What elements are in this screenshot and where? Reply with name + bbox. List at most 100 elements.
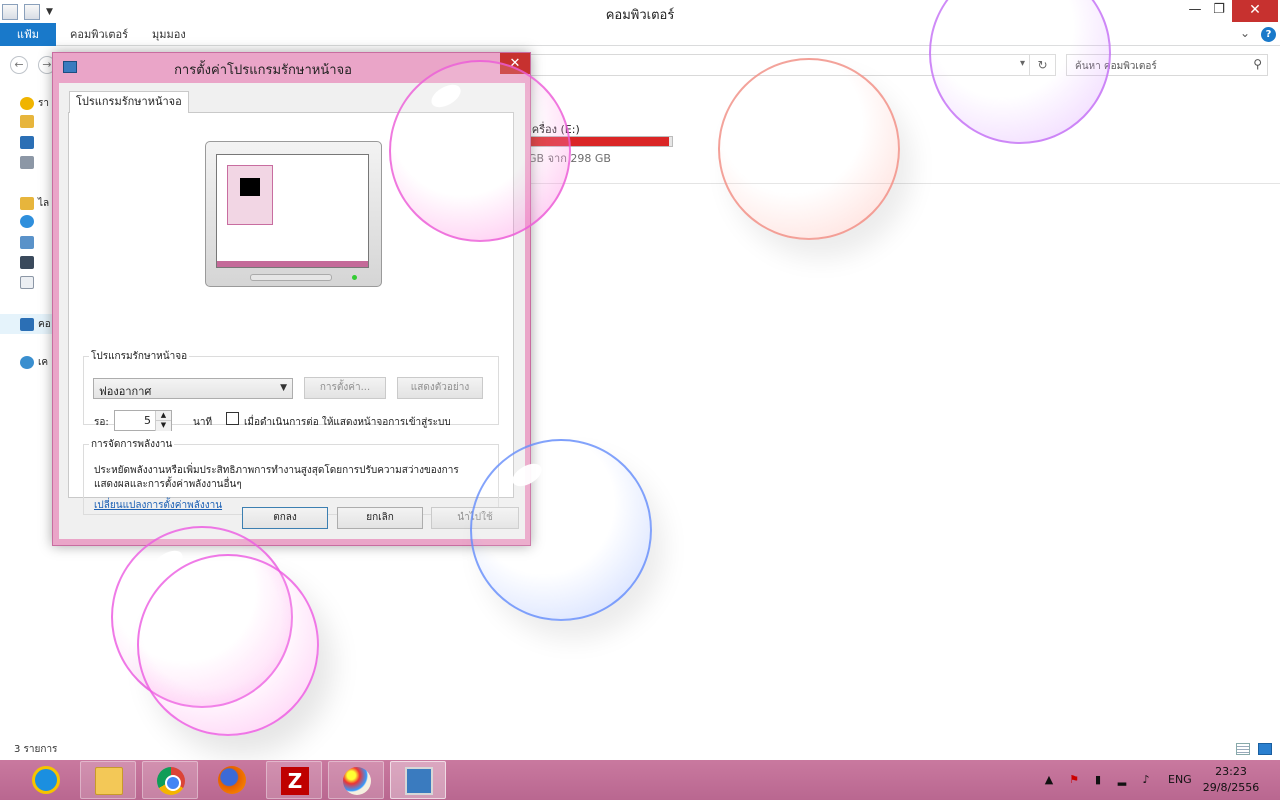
search-icon[interactable]: ⚲ [1253, 57, 1262, 71]
nav-network-label: เค [38, 357, 49, 368]
paint-icon [343, 767, 371, 795]
tab-computer[interactable]: คอมพิวเตอร์ [70, 23, 128, 46]
firefox-icon [218, 766, 246, 794]
nav-libraries[interactable]: ไล [20, 196, 49, 211]
address-history-chevron-icon[interactable]: ▾ [1020, 58, 1025, 69]
battery-icon[interactable]: ▮ [1091, 773, 1105, 787]
taskbar-app-ie[interactable] [18, 761, 74, 799]
chrome-icon [157, 767, 185, 795]
taskbar-app-screensaver-settings[interactable] [390, 761, 446, 799]
nav-pictures[interactable] [20, 236, 34, 249]
recent-places-icon [20, 156, 34, 169]
screensaver-group: โปรแกรมรักษาหน้าจอ ฟองอากาศ ▼ การตั้งค่า… [83, 349, 499, 431]
drive-usage-bar [520, 136, 673, 147]
downloads-folder-icon [20, 115, 34, 128]
power-management-group: การจัดการพลังงาน ประหยัดพลังงานหรือเพิ่ม… [83, 437, 499, 515]
music-icon [20, 215, 34, 228]
maximize-button[interactable]: ❐ [1204, 0, 1234, 22]
network-icon [20, 356, 34, 369]
nav-music[interactable] [20, 215, 34, 228]
stepper-down-icon[interactable]: ▼ [155, 421, 171, 431]
action-center-flag-icon[interactable]: ⚑ [1067, 773, 1081, 787]
screensaver-selected-value: ฟองอากาศ [99, 385, 152, 398]
taskbar-app-filezilla[interactable]: Z [266, 761, 322, 799]
videos-icon [20, 256, 34, 269]
close-button[interactable]: ✕ [1232, 0, 1278, 22]
taskbar-app-paint[interactable] [328, 761, 384, 799]
preview-button[interactable]: แสดงตัวอย่าง [397, 377, 483, 399]
item-count: 3 รายการ [14, 744, 58, 755]
preview-mini-taskbar [217, 261, 368, 267]
large-icons-view-icon[interactable] [1258, 743, 1272, 755]
nav-recent[interactable] [20, 156, 34, 169]
tab-view[interactable]: มุมมอง [152, 23, 186, 46]
group-divider [520, 183, 1280, 184]
nav-computer-label: คอ [38, 318, 51, 330]
cancel-button[interactable]: ยกเลิก [337, 507, 423, 529]
desktop-icon [20, 136, 34, 149]
minutes-label: นาที [193, 417, 213, 428]
taskbar-app-explorer[interactable] [80, 761, 136, 799]
nav-computer[interactable]: คอ [0, 314, 60, 334]
tab-file[interactable]: แฟ้ม [0, 23, 56, 46]
search-input[interactable]: ค้นหา คอมพิวเตอร์ ⚲ [1066, 54, 1268, 76]
show-hidden-icons-chevron-icon[interactable]: ▲ [1042, 773, 1056, 787]
chevron-down-icon: ▼ [280, 383, 287, 393]
search-placeholder: ค้นหา คอมพิวเตอร์ [1075, 61, 1157, 72]
filezilla-icon: Z [281, 767, 309, 795]
status-bar: 3 รายการ [0, 738, 1280, 760]
power-description: ประหยัดพลังงานหรือเพิ่มประสิทธิภาพการทำง… [94, 465, 459, 490]
ok-button[interactable]: ตกลง [242, 507, 328, 529]
clock-date[interactable]: 29/8/2556 [1198, 781, 1264, 794]
resume-logon-label[interactable]: เมื่อดำเนินการต่อ ให้แสดงหน้าจอการเข้าสู… [244, 415, 451, 430]
screensaver-tab-panel: โปรแกรมรักษาหน้าจอ ฟองอากาศ ▼ การตั้งค่า… [68, 112, 514, 515]
pictures-icon [20, 236, 34, 249]
computer-icon [20, 317, 34, 331]
navigation-pane: รา ไล คอ เค [0, 88, 60, 738]
details-view-icon[interactable] [1236, 743, 1250, 755]
taskbar-app-chrome[interactable] [142, 761, 198, 799]
settings-button[interactable]: การตั้งค่า... [304, 377, 386, 399]
monitor-stand [250, 274, 332, 281]
change-power-settings-link[interactable]: เปลี่ยนแปลงการตั้งค่าพลังงาน [94, 498, 222, 513]
dialog-client-area: โปรแกรมรักษาหน้าจอ โปรแกรมรักษาหน้าจอ ฟอ… [59, 83, 525, 539]
taskbar-app-firefox[interactable] [204, 761, 260, 799]
dialog-close-button[interactable]: ✕ [500, 53, 530, 74]
clock-time[interactable]: 23:23 [1205, 765, 1257, 778]
stepper-up-icon[interactable]: ▲ [155, 411, 171, 421]
nav-network[interactable]: เค [20, 355, 48, 370]
apply-button[interactable]: นำไปใช้ [431, 507, 519, 529]
drive-size-text: GB จาก 298 GB [528, 152, 611, 165]
wait-minutes-value: 5 [144, 414, 151, 427]
file-explorer-icon [95, 767, 123, 795]
monitor-preview [205, 141, 382, 287]
help-icon[interactable]: ? [1261, 27, 1276, 42]
volume-muted-icon[interactable]: ♪ [1139, 773, 1153, 787]
input-language[interactable]: ENG [1168, 773, 1192, 786]
ribbon-expand-icon[interactable]: ⌄ [1240, 26, 1250, 40]
preview-mini-dialog [227, 165, 273, 225]
nav-videos[interactable] [20, 256, 34, 269]
explorer-titlebar: ▼ คอมพิวเตอร์ — ❐ ✕ [0, 0, 1280, 23]
screensaver-group-legend: โปรแกรมรักษาหน้าจอ [91, 351, 188, 362]
screensaver-settings-icon [405, 767, 433, 795]
refresh-icon[interactable]: ↻ [1029, 55, 1055, 75]
nav-favorites-label: รา [38, 98, 49, 109]
screensaver-select[interactable]: ฟองอากาศ ▼ [93, 378, 293, 399]
tab-screensaver[interactable]: โปรแกรมรักษาหน้าจอ [69, 91, 189, 113]
taskbar: Z ▲ ⚑ ▮ ▂ ♪ ENG 23:23 29/8/2556 [0, 760, 1280, 800]
nav-desktop[interactable] [20, 136, 34, 149]
power-group-legend: การจัดการพลังงาน [91, 439, 173, 450]
back-button[interactable]: ← [10, 56, 28, 74]
star-icon [20, 97, 34, 110]
preview-screen [216, 154, 369, 268]
wait-minutes-stepper[interactable]: 5 ▲ ▼ [114, 410, 172, 431]
wait-label: รอ: [94, 417, 109, 428]
nav-downloads[interactable] [20, 115, 34, 128]
nav-favorites[interactable]: รา [20, 96, 49, 111]
power-led-icon [352, 275, 357, 280]
network-signal-icon[interactable]: ▂ [1115, 773, 1129, 787]
nav-documents[interactable] [20, 276, 34, 289]
resume-logon-checkbox[interactable] [226, 412, 239, 425]
screensaver-settings-dialog: การตั้งค่าโปรแกรมรักษาหน้าจอ ✕ โปรแกรมรั… [52, 52, 531, 546]
